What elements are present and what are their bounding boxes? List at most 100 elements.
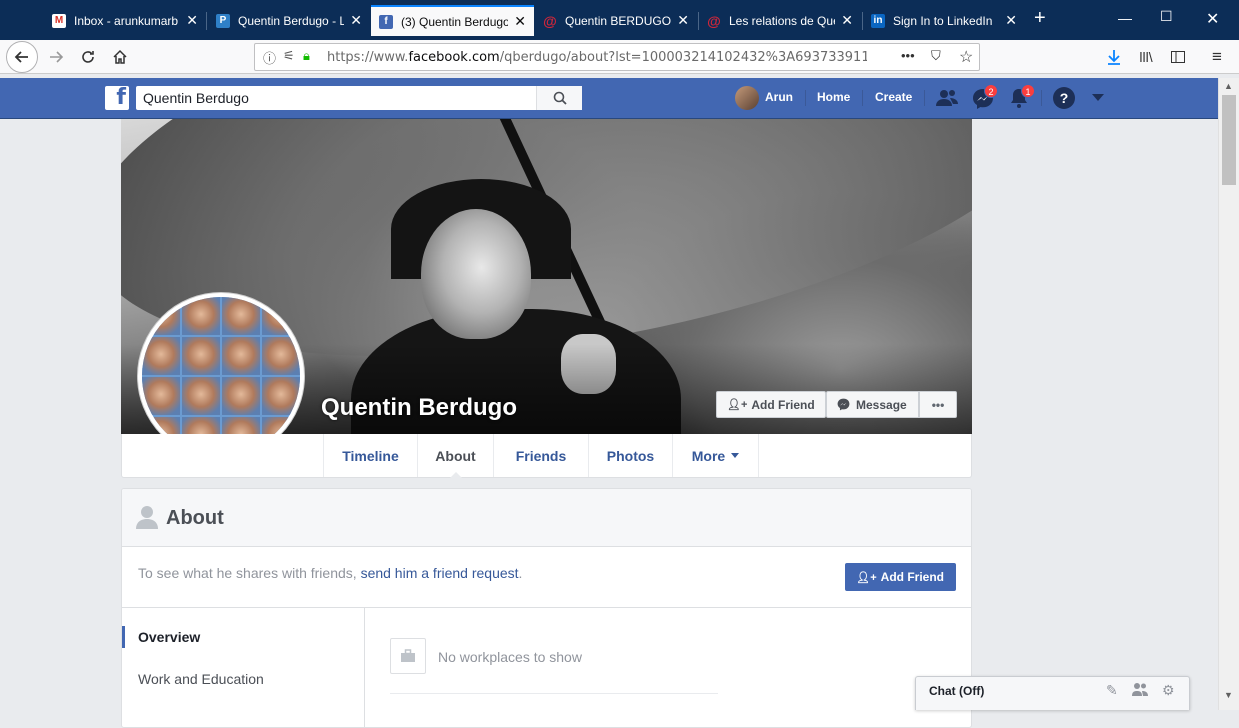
scroll-up-icon[interactable]: ▲ xyxy=(1224,81,1233,91)
tab-photos[interactable]: Photos xyxy=(588,434,672,477)
more-options-button[interactable]: ••• xyxy=(919,391,957,418)
sidebar-toggle-icon[interactable] xyxy=(1164,43,1192,71)
menu-hamburger-icon[interactable]: ≡ xyxy=(1203,43,1231,71)
avatar[interactable] xyxy=(735,86,759,110)
close-tab-icon[interactable]: ✕ xyxy=(350,12,362,29)
create-link[interactable]: Create xyxy=(875,90,912,104)
about-section: About To see what he shares with friends… xyxy=(121,488,972,728)
reload-icon xyxy=(82,51,94,63)
add-friend-icon: 👤︎+ xyxy=(856,571,877,584)
no-workplaces-text: No workplaces to show xyxy=(438,649,582,665)
help-icon[interactable]: ? xyxy=(1053,87,1075,109)
search-icon xyxy=(553,91,567,105)
close-tab-icon[interactable]: ✕ xyxy=(677,12,689,29)
scroll-down-icon[interactable]: ▼ xyxy=(1224,690,1233,700)
minimize-icon[interactable]: — xyxy=(1118,10,1132,26)
add-friend-button[interactable]: 👤︎+ Add Friend xyxy=(716,391,826,418)
browser-tab-strip: M Inbox - arunkumarb ✕ P Quentin Berdugo… xyxy=(0,0,1239,40)
tab-facebook-active[interactable]: f (3) Quentin Berdugo ✕ xyxy=(371,5,534,36)
tab-friends[interactable]: Friends xyxy=(493,434,588,477)
back-arrow-icon xyxy=(14,51,28,63)
forward-arrow-icon xyxy=(50,51,64,63)
search-input[interactable] xyxy=(136,90,536,106)
tab-relations[interactable]: @ Les relations de Que ✕ xyxy=(699,5,861,36)
linkedin-icon: in xyxy=(871,13,885,28)
scroll-thumb[interactable] xyxy=(1222,95,1236,185)
chat-label: Chat (Off) xyxy=(929,684,985,698)
home-button[interactable] xyxy=(106,43,134,71)
facebook-logo-icon[interactable]: f xyxy=(105,86,129,110)
tab-linkedin[interactable]: in Sign In to LinkedIn ✕ xyxy=(863,5,1025,36)
profile-name[interactable]: Quentin Berdugo xyxy=(321,394,517,422)
profile-link[interactable]: Arun xyxy=(765,90,793,104)
red-swirl-icon: @ xyxy=(543,12,557,29)
reload-button[interactable] xyxy=(74,43,102,71)
tab-title: Quentin BERDUGO, D xyxy=(565,13,672,28)
facebook-icon: f xyxy=(379,14,393,29)
chevron-down-icon xyxy=(731,453,740,458)
divider xyxy=(390,693,718,694)
add-friend-label: Add Friend xyxy=(880,570,944,584)
gmail-icon: M xyxy=(52,13,66,28)
bookmark-star-icon[interactable]: ☆ xyxy=(959,47,973,67)
close-tab-icon[interactable]: ✕ xyxy=(841,12,853,29)
close-window-icon[interactable]: ✕ xyxy=(1206,9,1219,29)
briefcase-icon xyxy=(390,638,426,674)
tab-timeline[interactable]: Timeline xyxy=(323,434,417,477)
home-link[interactable]: Home xyxy=(817,90,850,104)
forward-button[interactable] xyxy=(42,43,70,71)
library-icon[interactable]: lll\ xyxy=(1132,43,1160,71)
lock-icon[interactable]: 🔒︎ xyxy=(303,48,310,64)
send-friend-request-link[interactable]: send him a friend request xyxy=(361,565,519,581)
active-indicator xyxy=(122,626,125,648)
tracking-icon[interactable]: ⚟ xyxy=(283,48,295,64)
address-bar[interactable]: ⓘ ⚟ 🔒︎ https://www.facebook.com/qberdugo… xyxy=(254,43,980,71)
tab-title: Sign In to LinkedIn xyxy=(893,13,993,28)
friend-requests-icon[interactable] xyxy=(936,88,958,111)
about-add-friend-button[interactable]: 👤︎+ Add Friend xyxy=(845,563,956,591)
facebook-header: f Arun Home Create 2 1 ? xyxy=(0,78,1218,119)
new-tab-icon[interactable]: + xyxy=(1034,7,1046,30)
close-tab-icon[interactable]: ✕ xyxy=(514,13,526,30)
back-button[interactable] xyxy=(6,41,38,73)
friend-request-prompt: To see what he shares with friends, send… xyxy=(122,547,971,608)
settings-gear-icon[interactable]: ⚙ xyxy=(1162,682,1175,699)
group-icon[interactable] xyxy=(1132,682,1148,699)
close-tab-icon[interactable]: ✕ xyxy=(186,12,198,29)
browser-navbar: ⓘ ⚟ 🔒︎ https://www.facebook.com/qberdugo… xyxy=(0,40,1239,74)
compose-icon[interactable]: ✎ xyxy=(1106,682,1118,699)
messenger-badge: 2 xyxy=(984,84,998,98)
maximize-icon[interactable]: ☐ xyxy=(1160,8,1173,25)
person-icon xyxy=(136,506,158,529)
facebook-search[interactable] xyxy=(136,86,582,110)
page-scrollbar[interactable]: ▲ ▼ xyxy=(1218,78,1239,710)
notifications-badge: 1 xyxy=(1021,84,1035,98)
red-swirl-icon: @ xyxy=(707,12,721,29)
tab-pages[interactable]: P Quentin Berdugo - L ✕ xyxy=(208,5,370,36)
pocket-icon[interactable]: ⛉ xyxy=(931,48,941,64)
tab-title: Inbox - arunkumarb xyxy=(74,13,179,28)
page-actions-icon[interactable]: ••• xyxy=(901,48,915,63)
tab-title: Les relations de Que xyxy=(729,13,836,28)
sidebar-item-overview[interactable]: Overview xyxy=(138,629,200,645)
tab-more[interactable]: More xyxy=(672,434,759,477)
friend-note: To see what he shares with friends, send… xyxy=(138,565,523,581)
tab-quentin-berdugo[interactable]: @ Quentin BERDUGO, D ✕ xyxy=(535,5,697,36)
info-icon[interactable]: ⓘ xyxy=(263,48,276,67)
pages-icon: P xyxy=(216,13,230,28)
tab-more-label: More xyxy=(691,447,726,464)
about-title: About xyxy=(166,507,224,529)
tab-gmail[interactable]: M Inbox - arunkumarb ✕ xyxy=(44,5,206,36)
message-label: Message xyxy=(856,397,907,412)
about-sidebar: Overview Work and Education xyxy=(122,608,365,727)
downloads-icon[interactable] xyxy=(1100,43,1128,71)
account-menu-chevron-icon[interactable] xyxy=(1092,94,1104,101)
chat-bar[interactable]: Chat (Off) ✎ ⚙ xyxy=(915,676,1190,710)
message-button[interactable]: Message xyxy=(826,391,919,418)
tab-about[interactable]: About xyxy=(417,434,493,478)
close-tab-icon[interactable]: ✕ xyxy=(1005,12,1017,29)
about-content: No workplaces to show xyxy=(366,608,971,727)
search-button[interactable] xyxy=(536,86,582,110)
url-text: https://www.facebook.com/qberdugo/about?… xyxy=(327,49,867,65)
sidebar-item-work-and-education[interactable]: Work and Education xyxy=(138,671,264,687)
